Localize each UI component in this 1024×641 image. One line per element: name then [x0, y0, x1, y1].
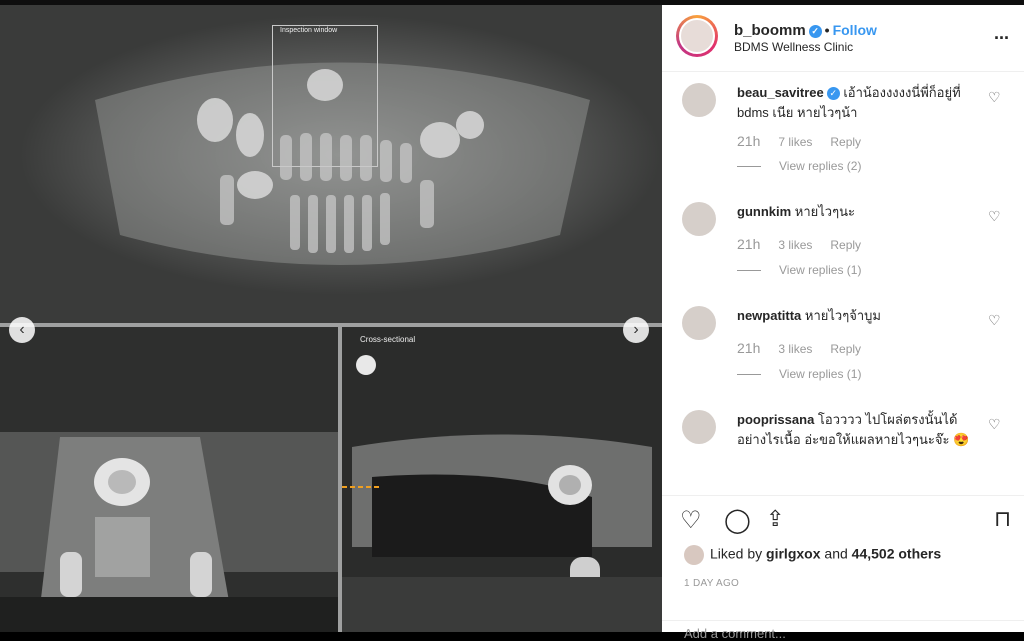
post-date: 1 DAY AGO	[684, 578, 740, 589]
comment-text: gunnkim หายไวๆนะ	[737, 202, 987, 222]
commenter-username[interactable]: beau_savitree	[737, 85, 824, 100]
comment-text: pooprissana โอวววว ไปโผล่ตรงนั้นได้อย่าง…	[737, 410, 987, 450]
author-username[interactable]: b_boomm	[734, 22, 806, 39]
heart-icon[interactable]: ♡	[988, 208, 1001, 225]
add-comment-input[interactable]: Add a comment...	[684, 626, 786, 641]
heart-icon[interactable]: ♡	[988, 416, 1001, 433]
comment-time: 21h	[737, 236, 761, 252]
liked-user[interactable]: girlgxox	[766, 546, 820, 562]
comment-likes[interactable]: 3 likes	[778, 238, 812, 252]
heart-icon[interactable]: ♡	[988, 89, 1001, 106]
cross-sectional-label: Cross-sectional	[360, 335, 416, 344]
follow-button[interactable]: Follow	[833, 22, 877, 38]
separator-dot: •	[824, 22, 830, 38]
chevron-right-icon[interactable]: ›	[623, 317, 649, 343]
comment-time: 21h	[737, 133, 761, 149]
comment-likes[interactable]: 3 likes	[778, 342, 812, 356]
comment-meta: 21h 3 likes Reply	[737, 236, 879, 252]
liker-avatar[interactable]	[684, 545, 704, 565]
share-icon[interactable]: ⇪	[766, 506, 784, 532]
reply-button[interactable]: Reply	[830, 135, 861, 149]
comment-text: newpatitta หายไวๆจ้าบูม	[737, 306, 987, 326]
commenter-username[interactable]: gunnkim	[737, 204, 791, 219]
liked-prefix: Liked by	[710, 545, 767, 562]
comment-body: หายไวๆจ้าบูม	[801, 308, 881, 323]
view-replies-label[interactable]: View replies (1)	[779, 367, 861, 381]
liked-mid: and	[820, 545, 852, 562]
view-replies-label[interactable]: View replies (2)	[779, 159, 861, 173]
heart-icon[interactable]: ♡	[988, 312, 1001, 329]
commenter-username[interactable]: pooprissana	[737, 412, 814, 427]
verified-badge-icon: ✓	[826, 87, 840, 100]
liked-by-line: Liked by girlgxox and 44,502 others	[684, 545, 941, 565]
reply-button[interactable]: Reply	[830, 342, 861, 356]
cross-sectional-xray-drawing	[302, 355, 662, 632]
comment-time: 21h	[737, 340, 761, 356]
reply-button[interactable]: Reply	[830, 238, 861, 252]
verified-badge-icon: ✓	[808, 25, 822, 38]
view-replies[interactable]: View replies (1)	[737, 263, 861, 277]
comment-meta: 21h 7 likes Reply	[737, 133, 879, 149]
inspection-window-label: Inspection window	[280, 27, 338, 34]
cross-sectional-xray	[302, 327, 662, 632]
coronal-xray	[0, 327, 338, 632]
comment-body: หายไวๆนะ	[791, 204, 855, 219]
comment-likes[interactable]: 7 likes	[778, 135, 812, 149]
comment-text: beau_savitree ✓ เอ้าน้องงงงงนี่พี่ก็อยู่ท…	[737, 83, 987, 123]
comment-meta: 21h 3 likes Reply	[737, 340, 879, 356]
view-replies[interactable]: View replies (2)	[737, 159, 861, 173]
post-actions: ♡ ◯ ⇪ ⊓ Liked by girlgxox and 44,502 oth…	[662, 495, 1024, 641]
post-sidebar: b_boomm ✓ • Follow BDMS Wellness Clinic ...…	[662, 5, 1024, 641]
more-options-icon[interactable]: ...	[994, 23, 1009, 44]
add-comment-bar[interactable]: Add a comment...	[662, 620, 1024, 641]
coronal-xray-drawing	[0, 432, 338, 632]
author-avatar[interactable]	[676, 15, 718, 57]
replies-line	[737, 270, 761, 272]
replies-line	[737, 166, 761, 168]
author-line: b_boomm ✓ • Follow	[734, 22, 877, 39]
commenter-avatar[interactable]	[682, 306, 716, 340]
commenter-username[interactable]: newpatitta	[737, 308, 801, 323]
post-image: Inspection window Cross-sectional ‹ ›	[0, 5, 662, 632]
view-replies-label[interactable]: View replies (1)	[779, 263, 861, 277]
inspection-window-box	[272, 25, 378, 167]
chevron-left-icon[interactable]: ‹	[9, 317, 35, 343]
comment-icon[interactable]: ◯	[724, 506, 751, 535]
replies-line	[737, 374, 761, 376]
view-replies[interactable]: View replies (1)	[737, 367, 861, 381]
like-heart-icon[interactable]: ♡	[680, 506, 702, 535]
commenter-avatar[interactable]	[682, 202, 716, 236]
liked-count[interactable]: 44,502 others	[852, 546, 942, 562]
location-link[interactable]: BDMS Wellness Clinic	[734, 40, 853, 54]
commenter-avatar[interactable]	[682, 410, 716, 444]
commenter-avatar[interactable]	[682, 83, 716, 117]
post-header: b_boomm ✓ • Follow BDMS Wellness Clinic ...	[662, 5, 1024, 72]
bookmark-icon[interactable]: ⊓	[994, 506, 1011, 532]
